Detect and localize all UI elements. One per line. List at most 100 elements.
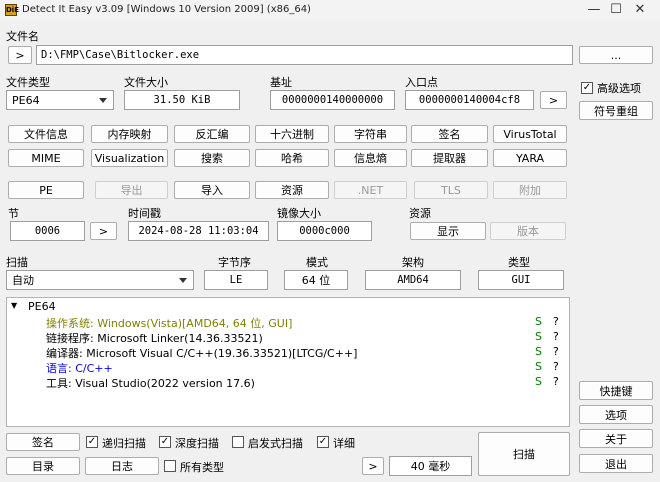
overlay-button[interactable]: 附加 [493,181,567,199]
scan-mode-value: 自动 [12,274,34,287]
scan-button[interactable]: 扫描 [478,432,570,476]
type-label: 类型 [508,256,530,269]
entry-point-arrow-button[interactable]: > [540,91,567,109]
tls-button[interactable]: TLS [414,181,488,199]
signatures-button[interactable]: 签名 [411,125,488,143]
base-address-field: 0000000140000000 [270,90,395,110]
symbol-demangle-button[interactable]: 符号重组 [579,101,653,120]
result-tool-q[interactable]: ? [553,375,559,388]
arch-label: 架构 [402,256,424,269]
deep-scan-checkbox[interactable]: ✓ [159,436,171,448]
result-language-q[interactable]: ? [553,360,559,373]
result-linker-s: S [535,330,542,343]
result-os[interactable]: 操作系统: Windows(Vista)[AMD64, 64 位, GUI] [46,315,292,331]
file-type-value: PE64 [12,93,40,107]
result-compiler[interactable]: 编译器: Microsoft Visual C/C++(19.36.33521)… [46,345,357,361]
entry-point-label: 入口点 [405,76,438,89]
net-button[interactable]: .NET [334,181,407,199]
close-button[interactable]: ✕ [620,0,660,20]
heuristic-scan-checkbox[interactable] [232,436,244,448]
scan-label: 扫描 [6,256,28,269]
strings-button[interactable]: 字符串 [334,125,407,143]
timestamp-field: 2024-08-28 11:03:04 [128,221,269,241]
recursive-scan-checkbox[interactable]: ✓ [86,436,98,448]
resources-section-label: 资源 [409,207,431,220]
deep-scan-label: 深度扫描 [175,437,219,450]
mime-button[interactable]: MIME [8,149,84,167]
mode-label: 模式 [306,256,328,269]
file-name-label: 文件名 [6,30,39,43]
result-tool[interactable]: 工具: Visual Studio(2022 version 17.6) [46,375,255,391]
file-size-label: 文件大小 [124,76,168,89]
result-compiler-s: S [535,345,542,358]
resources-show-button[interactable]: 显示 [410,222,486,240]
file-path-input[interactable]: D:\FMP\Case\Bitlocker.exe [36,45,573,65]
scan-time-field: 40 毫秒 [389,456,472,476]
result-linker-q[interactable]: ? [553,330,559,343]
shortcuts-button[interactable]: 快捷键 [579,381,653,400]
hash-button[interactable]: 哈希 [255,149,329,167]
bits-field: 64 位 [284,270,348,290]
type-field: GUI [478,270,564,290]
all-types-checkbox[interactable] [164,460,176,472]
image-size-field: 0000c000 [277,221,372,241]
entropy-button[interactable]: 信息熵 [334,149,407,167]
all-types-label: 所有类型 [180,461,224,474]
result-os-q[interactable]: ? [553,315,559,328]
scan-time-arrow-button[interactable]: > [362,457,384,475]
memory-map-button[interactable]: 内存映射 [91,125,168,143]
window-title: Detect It Easy v3.09 [Windows 10 Version… [22,4,311,15]
version-button[interactable]: 版本 [490,222,566,240]
yara-button[interactable]: YARA [493,149,567,167]
file-info-button[interactable]: 文件信息 [8,125,84,143]
image-size-label: 镜像大小 [277,207,321,220]
scan-mode-select[interactable]: 自动 [6,270,194,290]
log-button[interactable]: 日志 [85,457,159,475]
advanced-label: 高级选项 [597,82,641,95]
about-button[interactable]: 关于 [579,429,653,448]
open-file-arrow-button[interactable]: > [8,46,32,64]
endian-field: LE [204,270,268,290]
arch-field: AMD64 [365,270,461,290]
search-button[interactable]: 搜索 [174,149,250,167]
result-language[interactable]: 语言: C/C++ [46,360,113,376]
result-os-s: S [535,315,542,328]
timestamp-label: 时间戳 [128,207,161,220]
import-button[interactable]: 导入 [174,181,250,199]
section-arrow-button[interactable]: > [90,222,117,240]
visualization-button[interactable]: Visualization [91,149,168,167]
endian-label: 字节序 [218,256,251,269]
entry-point-field: 0000000140004cf8 [405,90,534,110]
exit-button[interactable]: 退出 [579,454,653,473]
pe-button[interactable]: PE [8,181,84,199]
recursive-scan-label: 递归扫描 [102,437,146,450]
base-address-label: 基址 [270,76,292,89]
export-button[interactable]: 导出 [95,181,168,199]
verbose-checkbox[interactable]: ✓ [317,436,329,448]
advanced-checkbox[interactable]: ✓ [581,82,593,94]
extractor-button[interactable]: 提取器 [411,149,488,167]
result-linker[interactable]: 链接程序: Microsoft Linker(14.36.33521) [46,330,263,346]
browse-button[interactable]: ... [579,46,653,64]
result-tool-s: S [535,375,542,388]
heuristic-scan-label: 启发式扫描 [248,437,303,450]
section-label: 节 [8,207,19,220]
section-count-field: 0006 [10,221,85,241]
result-language-s: S [535,360,542,373]
app-icon: DiE [5,4,19,16]
options-button[interactable]: 选项 [579,405,653,424]
directory-button[interactable]: 目录 [6,457,80,475]
signatures-bottom-button[interactable]: 签名 [6,433,80,451]
chevron-down-icon [99,98,107,103]
chevron-down-icon [179,278,187,283]
tree-root-pe64[interactable]: PE64 [28,300,56,313]
expand-icon[interactable]: ▼ [11,301,17,310]
disassembly-button[interactable]: 反汇编 [174,125,250,143]
result-compiler-q[interactable]: ? [553,345,559,358]
file-type-select[interactable]: PE64 [6,90,114,110]
resources-button[interactable]: 资源 [255,181,329,199]
file-type-label: 文件类型 [6,76,50,89]
virustotal-button[interactable]: VirusTotal [493,125,567,143]
verbose-label: 详细 [333,437,355,450]
hex-button[interactable]: 十六进制 [255,125,329,143]
